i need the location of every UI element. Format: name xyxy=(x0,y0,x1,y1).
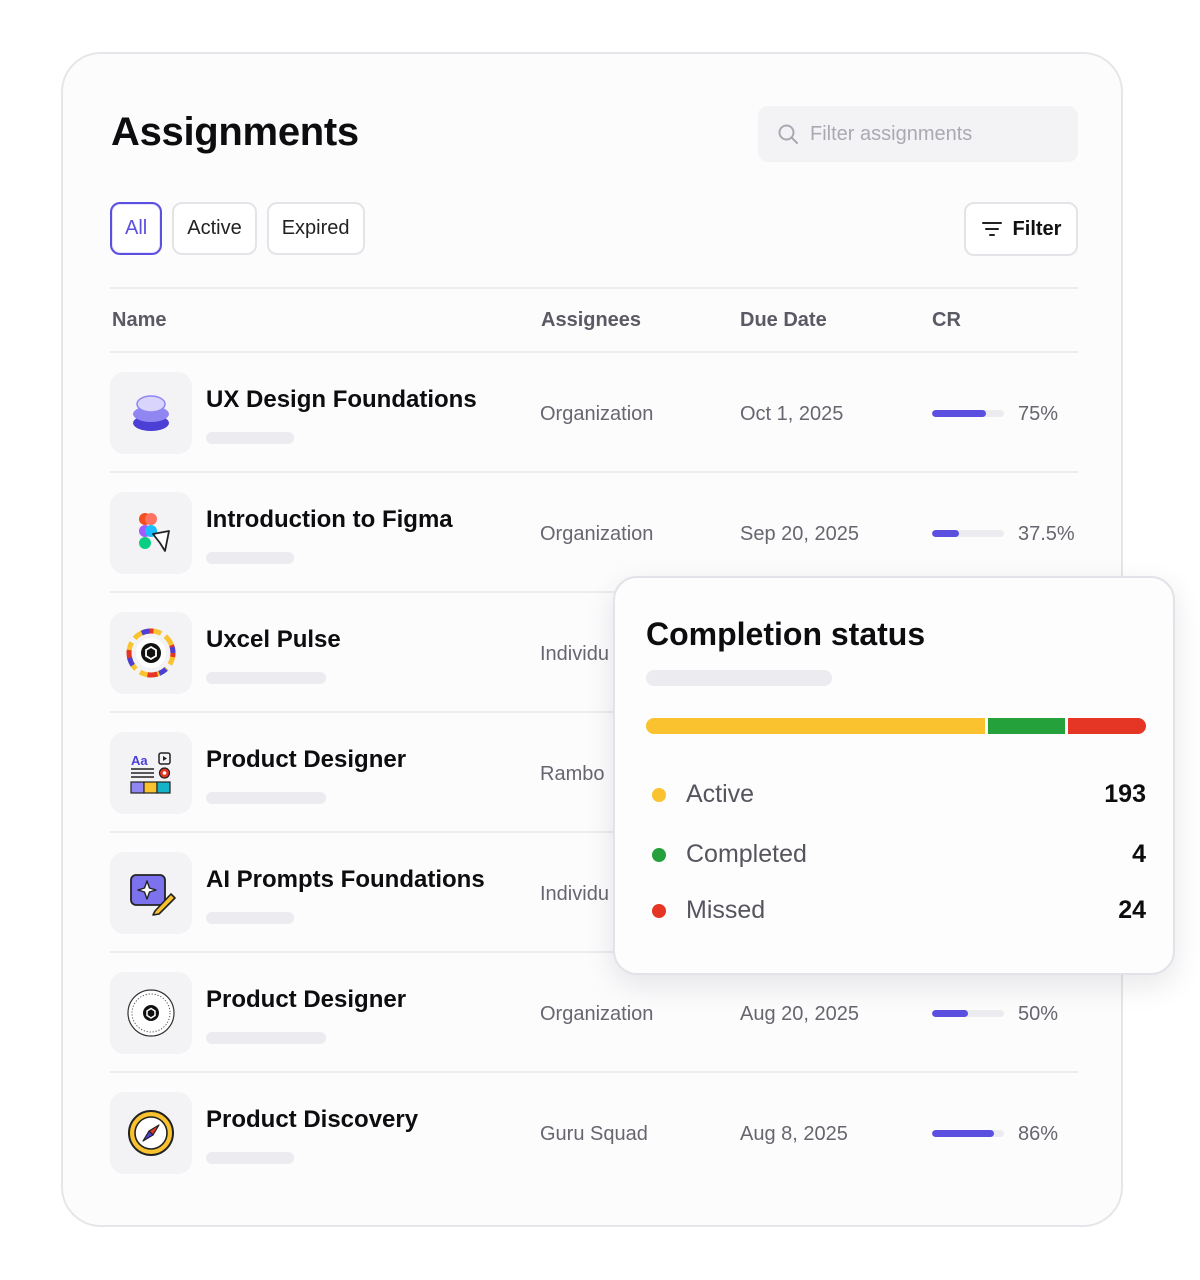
status-tabs: All Active Expired xyxy=(110,202,365,255)
course-thumbnail xyxy=(110,612,192,694)
legend-item-completed: Completed 4 xyxy=(646,836,1146,876)
table-row[interactable]: UX Design Foundations Organization Oct 1… xyxy=(110,353,1078,473)
column-header-cr[interactable]: CR xyxy=(932,309,961,332)
figma-logo-icon xyxy=(139,513,170,552)
assignee-cell: Individu xyxy=(540,643,609,665)
legend-label: Active xyxy=(686,780,755,808)
subtitle-placeholder xyxy=(646,670,832,686)
design-kit-icon: Aa xyxy=(130,752,171,794)
compass-icon xyxy=(128,1110,174,1156)
status-segment-missed xyxy=(1068,718,1146,734)
assignee-cell: Organization xyxy=(540,403,654,425)
completion-status-popover: Completion status Active 193 Completed 4… xyxy=(613,576,1175,975)
subtitle-placeholder xyxy=(206,1152,294,1164)
completion-rate-text: 50% xyxy=(1018,1003,1059,1025)
subtitle-placeholder xyxy=(206,1032,326,1044)
completion-rate-fill xyxy=(932,1010,968,1017)
legend-item-active: Active 193 xyxy=(646,776,1146,816)
subtitle-placeholder xyxy=(206,792,326,804)
legend-label: Missed xyxy=(686,896,766,924)
assignee-cell: Organization xyxy=(540,523,654,545)
status-dot-icon xyxy=(652,788,666,802)
assignee-cell: Guru Squad xyxy=(540,1123,648,1145)
tab-expired[interactable]: Expired xyxy=(266,202,365,255)
course-thumbnail xyxy=(110,972,192,1054)
legend-label: Completed xyxy=(686,840,807,868)
layers-stack-icon xyxy=(133,395,169,431)
subtitle-placeholder xyxy=(206,912,294,924)
completion-rate-fill xyxy=(932,530,959,537)
search-placeholder: Filter assignments xyxy=(810,122,973,145)
certificate-seal-icon xyxy=(127,989,175,1037)
legend-item-missed: Missed 24 xyxy=(646,892,1146,932)
tab-active[interactable]: Active xyxy=(172,202,257,255)
completion-status-title: Completion status xyxy=(646,616,926,652)
ai-sparkle-pencil-icon xyxy=(130,874,176,916)
status-segment-active xyxy=(646,718,985,734)
search-input[interactable]: Filter assignments xyxy=(758,106,1078,162)
completion-rate-bar xyxy=(932,1010,1004,1017)
pulse-badge-icon xyxy=(126,628,176,678)
course-name[interactable]: UX Design Foundations xyxy=(206,386,477,414)
due-date-cell: Sep 20, 2025 xyxy=(740,523,859,545)
due-date-cell: Oct 1, 2025 xyxy=(740,403,844,425)
course-name[interactable]: Product Designer xyxy=(206,986,406,1014)
page-title: Assignments xyxy=(111,110,359,154)
subtitle-placeholder xyxy=(206,672,326,684)
due-date-cell: Aug 8, 2025 xyxy=(740,1123,848,1145)
table-row[interactable]: Product Discovery Guru Squad Aug 8, 2025… xyxy=(110,1073,1078,1193)
status-dot-icon xyxy=(652,848,666,862)
tab-all[interactable]: All xyxy=(110,202,163,255)
assignee-cell: Rambo xyxy=(540,763,605,785)
course-name[interactable]: AI Prompts Foundations xyxy=(206,866,485,894)
completion-rate-bar xyxy=(932,530,1004,537)
column-header-name[interactable]: Name xyxy=(112,309,166,332)
course-name[interactable]: Uxcel Pulse xyxy=(206,626,341,654)
completion-rate-text: 37.5% xyxy=(1018,523,1075,545)
completion-rate-text: 75% xyxy=(1018,403,1059,425)
course-name[interactable]: Introduction to Figma xyxy=(206,506,453,534)
filter-button[interactable]: Filter xyxy=(964,202,1078,256)
completion-rate-bar xyxy=(932,410,1004,417)
course-thumbnail xyxy=(110,852,192,934)
course-name[interactable]: Product Discovery xyxy=(206,1106,418,1134)
subtitle-placeholder xyxy=(206,432,294,444)
course-name[interactable]: Product Designer xyxy=(206,746,406,774)
assignee-cell: Organization xyxy=(540,1003,654,1025)
status-dot-icon xyxy=(652,904,666,918)
column-header-due-date[interactable]: Due Date xyxy=(740,309,827,332)
column-header-assignees[interactable]: Assignees xyxy=(541,309,641,332)
course-thumbnail xyxy=(110,372,192,454)
legend-value: 193 xyxy=(1104,780,1146,808)
filter-lines-icon xyxy=(981,222,1002,236)
due-date-cell: Aug 20, 2025 xyxy=(740,1003,859,1025)
completion-rate-bar xyxy=(932,1130,1004,1137)
course-thumbnail xyxy=(110,1092,192,1174)
course-thumbnail: Aa xyxy=(110,732,192,814)
search-icon xyxy=(778,124,798,144)
table-header: Name Assignees Due Date CR xyxy=(110,287,1078,353)
completion-rate-fill xyxy=(932,410,986,417)
completion-rate-fill xyxy=(932,1130,994,1137)
assignee-cell: Individu xyxy=(540,883,609,905)
subtitle-placeholder xyxy=(206,552,294,564)
table-row[interactable]: Introduction to Figma Organization Sep 2… xyxy=(110,473,1078,593)
legend-value: 4 xyxy=(1132,840,1146,868)
status-segment-completed xyxy=(987,718,1066,734)
legend-value: 24 xyxy=(1118,896,1146,924)
filter-button-label: Filter xyxy=(1012,217,1062,240)
completion-status-bar xyxy=(646,718,1146,734)
svg-text:Aa: Aa xyxy=(131,753,148,768)
completion-rate-text: 86% xyxy=(1018,1123,1059,1145)
course-thumbnail xyxy=(110,492,192,574)
